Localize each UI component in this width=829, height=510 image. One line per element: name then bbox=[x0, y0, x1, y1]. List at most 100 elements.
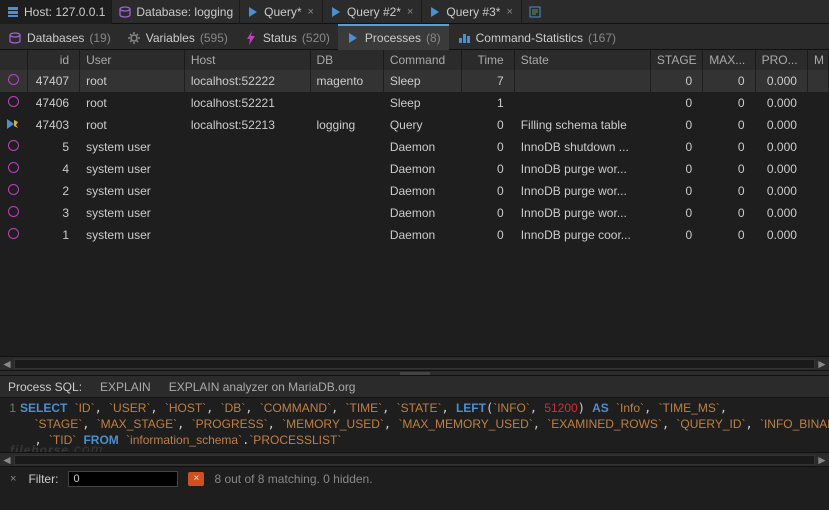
cell-id[interactable]: 47403 bbox=[27, 114, 79, 136]
scroll-right-icon[interactable]: ► bbox=[815, 453, 829, 467]
cell-pro[interactable]: 0.000 bbox=[755, 224, 807, 246]
cell-pro[interactable]: 0.000 bbox=[755, 92, 807, 114]
cell-max[interactable]: 0 bbox=[703, 92, 755, 114]
cell-host[interactable]: localhost:52221 bbox=[184, 92, 310, 114]
table-row[interactable]: 4system userDaemon0InnoDB purge wor...00… bbox=[0, 158, 829, 180]
cell-user[interactable]: system user bbox=[80, 224, 185, 246]
cell-m[interactable] bbox=[807, 202, 828, 224]
cell-command[interactable]: Sleep bbox=[383, 92, 462, 114]
cell-stage[interactable]: 0 bbox=[650, 114, 702, 136]
cell-user[interactable]: root bbox=[80, 92, 185, 114]
col-db[interactable]: DB bbox=[310, 50, 383, 70]
cell-id[interactable]: 2 bbox=[27, 180, 79, 202]
close-icon[interactable]: × bbox=[8, 473, 18, 485]
cell-m[interactable] bbox=[807, 92, 828, 114]
cell-host[interactable] bbox=[184, 180, 310, 202]
cell-max[interactable]: 0 bbox=[703, 180, 755, 202]
cell-id[interactable]: 47407 bbox=[27, 70, 79, 92]
tab-status[interactable]: Status (520) bbox=[236, 24, 338, 50]
col-state[interactable]: State bbox=[514, 50, 650, 70]
cell-time[interactable]: 0 bbox=[462, 202, 514, 224]
scroll-right-icon[interactable]: ► bbox=[815, 357, 829, 371]
cell-user[interactable]: root bbox=[80, 114, 185, 136]
tab-host[interactable]: Host: 127.0.0.1 bbox=[0, 0, 112, 24]
cell-id[interactable]: 1 bbox=[27, 224, 79, 246]
cell-max[interactable]: 0 bbox=[703, 158, 755, 180]
cell-command[interactable]: Daemon bbox=[383, 224, 462, 246]
tab-database[interactable]: Database: logging bbox=[112, 0, 240, 24]
table-row[interactable]: 47407rootlocalhost:52222magentoSleep7000… bbox=[0, 70, 829, 92]
filter-input[interactable] bbox=[68, 471, 178, 487]
cell-host[interactable] bbox=[184, 136, 310, 158]
cell-max[interactable]: 0 bbox=[703, 202, 755, 224]
cell-id[interactable]: 3 bbox=[27, 202, 79, 224]
cell-id[interactable]: 4 bbox=[27, 158, 79, 180]
tab-new-query[interactable] bbox=[522, 0, 548, 24]
sql-editor[interactable]: 1 SELECT `ID`, `USER`, `HOST`, `DB`, `CO… bbox=[0, 398, 829, 452]
cell-command[interactable]: Query bbox=[383, 114, 462, 136]
cell-state[interactable]: InnoDB purge wor... bbox=[514, 202, 650, 224]
cell-host[interactable] bbox=[184, 224, 310, 246]
table-row[interactable]: 47403rootlocalhost:52213loggingQuery0Fil… bbox=[0, 114, 829, 136]
cell-user[interactable]: system user bbox=[80, 136, 185, 158]
clear-filter-icon[interactable]: × bbox=[188, 472, 204, 486]
cell-time[interactable]: 0 bbox=[462, 180, 514, 202]
cell-m[interactable] bbox=[807, 224, 828, 246]
cell-command[interactable]: Sleep bbox=[383, 70, 462, 92]
cell-state[interactable]: InnoDB purge wor... bbox=[514, 158, 650, 180]
cell-max[interactable]: 0 bbox=[703, 114, 755, 136]
col-m[interactable]: M bbox=[807, 50, 828, 70]
cell-stage[interactable]: 0 bbox=[650, 70, 702, 92]
table-row[interactable]: 5system userDaemon0InnoDB shutdown ...00… bbox=[0, 136, 829, 158]
tab-processes[interactable]: Processes (8) bbox=[338, 24, 449, 50]
cell-max[interactable]: 0 bbox=[703, 136, 755, 158]
cell-host[interactable] bbox=[184, 158, 310, 180]
cell-user[interactable]: system user bbox=[80, 158, 185, 180]
cell-state[interactable]: InnoDB shutdown ... bbox=[514, 136, 650, 158]
tab-command-statistics[interactable]: Command-Statistics (167) bbox=[449, 24, 624, 50]
cell-pro[interactable]: 0.000 bbox=[755, 114, 807, 136]
explain-link[interactable]: EXPLAIN bbox=[100, 380, 151, 394]
cell-state[interactable]: InnoDB purge coor... bbox=[514, 224, 650, 246]
cell-user[interactable]: system user bbox=[80, 202, 185, 224]
cell-db[interactable] bbox=[310, 180, 383, 202]
cell-max[interactable]: 0 bbox=[703, 70, 755, 92]
explain-analyzer-link[interactable]: EXPLAIN analyzer on MariaDB.org bbox=[169, 380, 356, 394]
cell-db[interactable]: logging bbox=[310, 114, 383, 136]
col-command[interactable]: Command bbox=[383, 50, 462, 70]
cell-command[interactable]: Daemon bbox=[383, 180, 462, 202]
close-icon[interactable]: × bbox=[405, 6, 415, 18]
cell-command[interactable]: Daemon bbox=[383, 136, 462, 158]
cell-host[interactable]: localhost:52213 bbox=[184, 114, 310, 136]
cell-db[interactable]: magento bbox=[310, 70, 383, 92]
cell-m[interactable] bbox=[807, 136, 828, 158]
cell-pro[interactable]: 0.000 bbox=[755, 202, 807, 224]
cell-state[interactable]: InnoDB purge wor... bbox=[514, 180, 650, 202]
cell-id[interactable]: 5 bbox=[27, 136, 79, 158]
cell-command[interactable]: Daemon bbox=[383, 158, 462, 180]
col-user[interactable]: User bbox=[80, 50, 185, 70]
table-row[interactable]: 47406rootlocalhost:52221Sleep1000.000 bbox=[0, 92, 829, 114]
col-stage[interactable]: STAGE bbox=[650, 50, 702, 70]
cell-pro[interactable]: 0.000 bbox=[755, 180, 807, 202]
col-pro[interactable]: PRO... bbox=[755, 50, 807, 70]
scroll-left-icon[interactable]: ◄ bbox=[0, 357, 14, 371]
cell-command[interactable]: Daemon bbox=[383, 202, 462, 224]
cell-m[interactable] bbox=[807, 180, 828, 202]
process-table[interactable]: id User Host DB Command Time State STAGE… bbox=[0, 50, 829, 246]
cell-pro[interactable]: 0.000 bbox=[755, 70, 807, 92]
close-icon[interactable]: × bbox=[504, 6, 514, 18]
cell-time[interactable]: 0 bbox=[462, 136, 514, 158]
tab-query-1[interactable]: Query #2* × bbox=[323, 0, 422, 24]
cell-state[interactable]: Filling schema table bbox=[514, 114, 650, 136]
col-host[interactable]: Host bbox=[184, 50, 310, 70]
grid-horizontal-scrollbar[interactable]: ◄ ► bbox=[0, 356, 829, 370]
sql-horizontal-scrollbar[interactable]: ◄ ► bbox=[0, 452, 829, 466]
cell-db[interactable] bbox=[310, 136, 383, 158]
cell-host[interactable] bbox=[184, 202, 310, 224]
cell-state[interactable] bbox=[514, 92, 650, 114]
tab-query-2[interactable]: Query #3* × bbox=[422, 0, 521, 24]
cell-db[interactable] bbox=[310, 224, 383, 246]
col-time[interactable]: Time bbox=[462, 50, 514, 70]
cell-stage[interactable]: 0 bbox=[650, 158, 702, 180]
